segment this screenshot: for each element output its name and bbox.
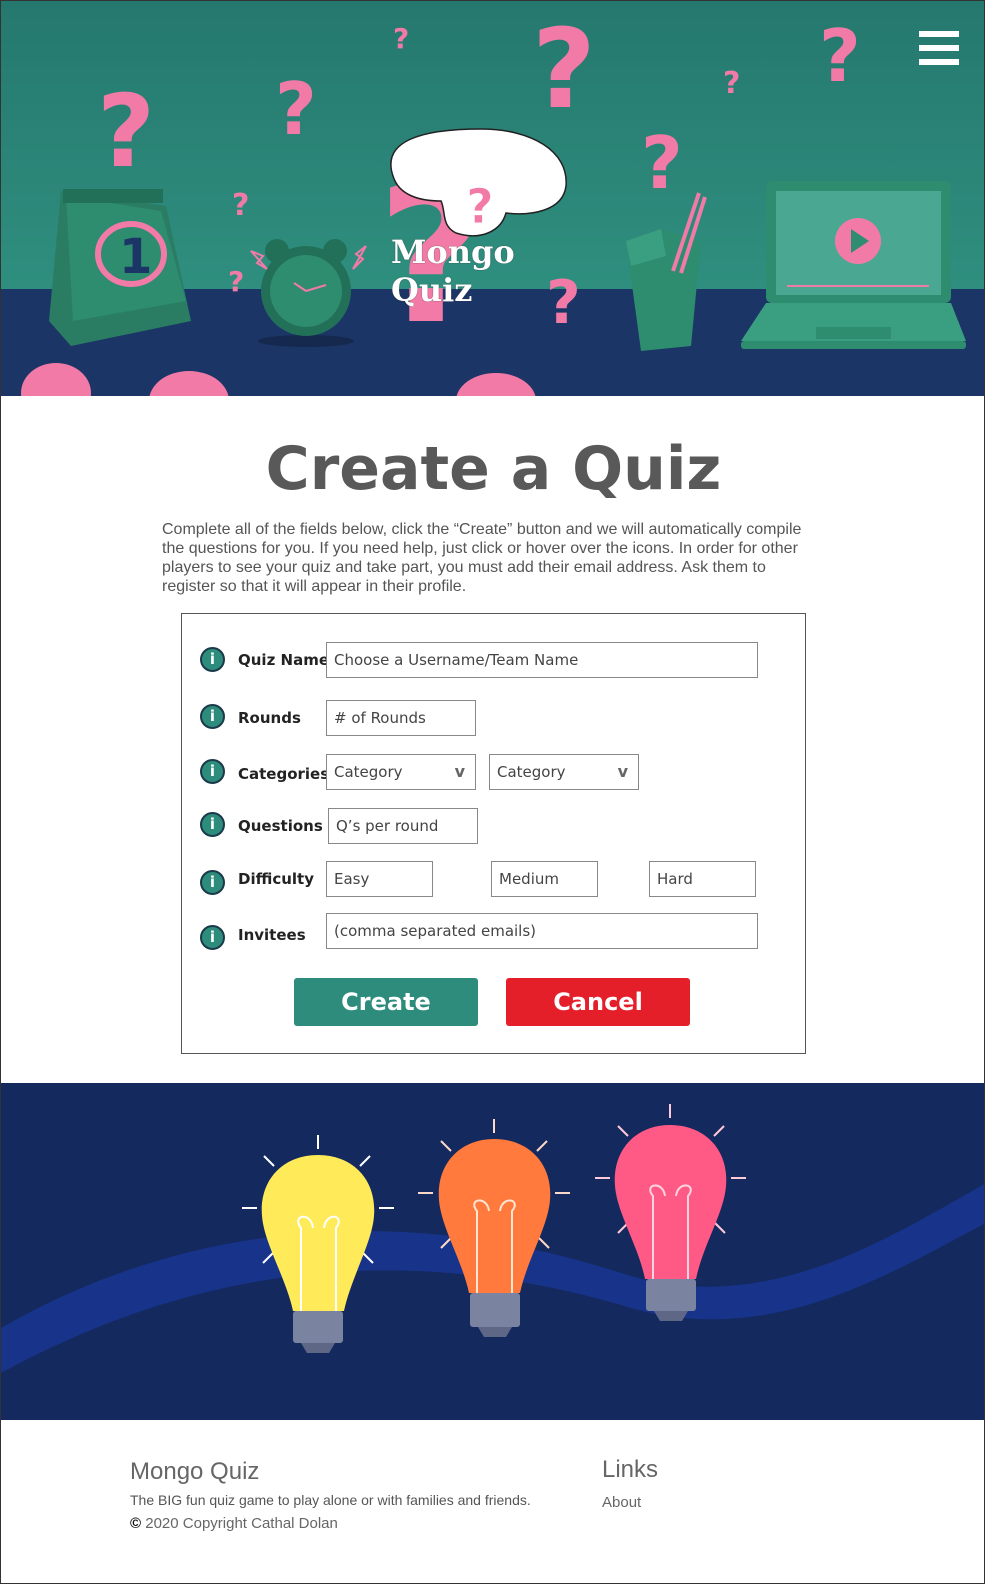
copyright-icon: ©	[130, 1515, 142, 1532]
info-icon[interactable]: i	[200, 925, 225, 950]
footer-tagline: The BIG fun quiz game to play alone or w…	[130, 1492, 531, 1508]
invitees-label: Invitees	[238, 926, 306, 944]
lightbulbs-illustration	[1, 1083, 984, 1420]
category-select-1[interactable]: Category v	[326, 754, 476, 790]
lightbulbs-banner	[1, 1083, 984, 1420]
chevron-down-icon: v	[454, 762, 465, 781]
hero-banner: ? ? ? ? ? ? ? ? ? ? ? 1 ? Mongo Quiz	[1, 1, 984, 396]
questions-input[interactable]: Q’s per round	[328, 808, 478, 844]
create-button[interactable]: Create	[294, 978, 478, 1026]
create-quiz-form: i Quiz Name Choose a Username/Team Name …	[181, 613, 806, 1054]
svg-text:?: ?	[466, 179, 494, 235]
rounds-label: Rounds	[238, 709, 301, 727]
categories-label: Categories	[238, 765, 330, 783]
difficulty-hard-option[interactable]: Hard	[649, 861, 756, 897]
questions-label: Questions	[238, 817, 323, 835]
svg-text:?: ?	[532, 5, 596, 133]
laptop-icon	[741, 181, 966, 349]
info-icon[interactable]: i	[200, 647, 225, 672]
hero-brand-title: Mongo Quiz	[391, 233, 515, 309]
footer: Mongo Quiz The BIG fun quiz game to play…	[1, 1420, 984, 1583]
main-content: Create a Quiz Complete all of the fields…	[1, 396, 984, 1083]
hamburger-menu-icon[interactable]	[919, 31, 959, 65]
svg-text:?: ?	[97, 73, 155, 190]
svg-text:?: ?	[641, 121, 683, 205]
intro-text: Complete all of the fields below, click …	[162, 521, 802, 595]
info-icon[interactable]: i	[200, 759, 225, 784]
svg-text:1: 1	[119, 229, 152, 285]
svg-text:?: ?	[393, 22, 409, 55]
footer-copyright: © 2020 Copyright Cathal Dolan	[130, 1515, 338, 1532]
quiz-name-input[interactable]: Choose a Username/Team Name	[326, 642, 758, 678]
category-select-1-value: Category	[334, 763, 403, 781]
svg-text:?: ?	[232, 188, 249, 223]
svg-text:?: ?	[723, 66, 740, 101]
category-select-2-value: Category	[497, 763, 566, 781]
rounds-input[interactable]: # of Rounds	[326, 700, 476, 736]
info-icon[interactable]: i	[200, 704, 225, 729]
quiz-name-label: Quiz Name	[238, 651, 330, 669]
svg-text:?: ?	[275, 67, 317, 151]
difficulty-medium-option[interactable]: Medium	[491, 861, 598, 897]
footer-brand: Mongo Quiz	[130, 1458, 260, 1485]
chevron-down-icon: v	[617, 762, 628, 781]
footer-links-title: Links	[602, 1456, 659, 1483]
svg-text:?: ?	[228, 265, 244, 298]
page: ? ? ? ? ? ? ? ? ? ? ? 1 ? Mongo Quiz Cre…	[0, 0, 985, 1584]
footer-link-about[interactable]: About	[602, 1494, 641, 1511]
cancel-button[interactable]: Cancel	[506, 978, 690, 1026]
category-select-2[interactable]: Category v	[489, 754, 639, 790]
info-icon[interactable]: i	[200, 812, 225, 837]
invitees-input[interactable]: (comma separated emails)	[326, 913, 758, 949]
hero-illustration: ? ? ? ? ? ? ? ? ? ? ? 1 ?	[1, 1, 984, 396]
svg-text:?: ?	[819, 14, 861, 98]
info-icon[interactable]: i	[200, 870, 225, 895]
difficulty-label: Difficulty	[238, 870, 314, 888]
copyright-text: 2020 Copyright Cathal Dolan	[145, 1515, 338, 1532]
page-title: Create a Quiz	[265, 434, 722, 504]
difficulty-easy-option[interactable]: Easy	[326, 861, 433, 897]
